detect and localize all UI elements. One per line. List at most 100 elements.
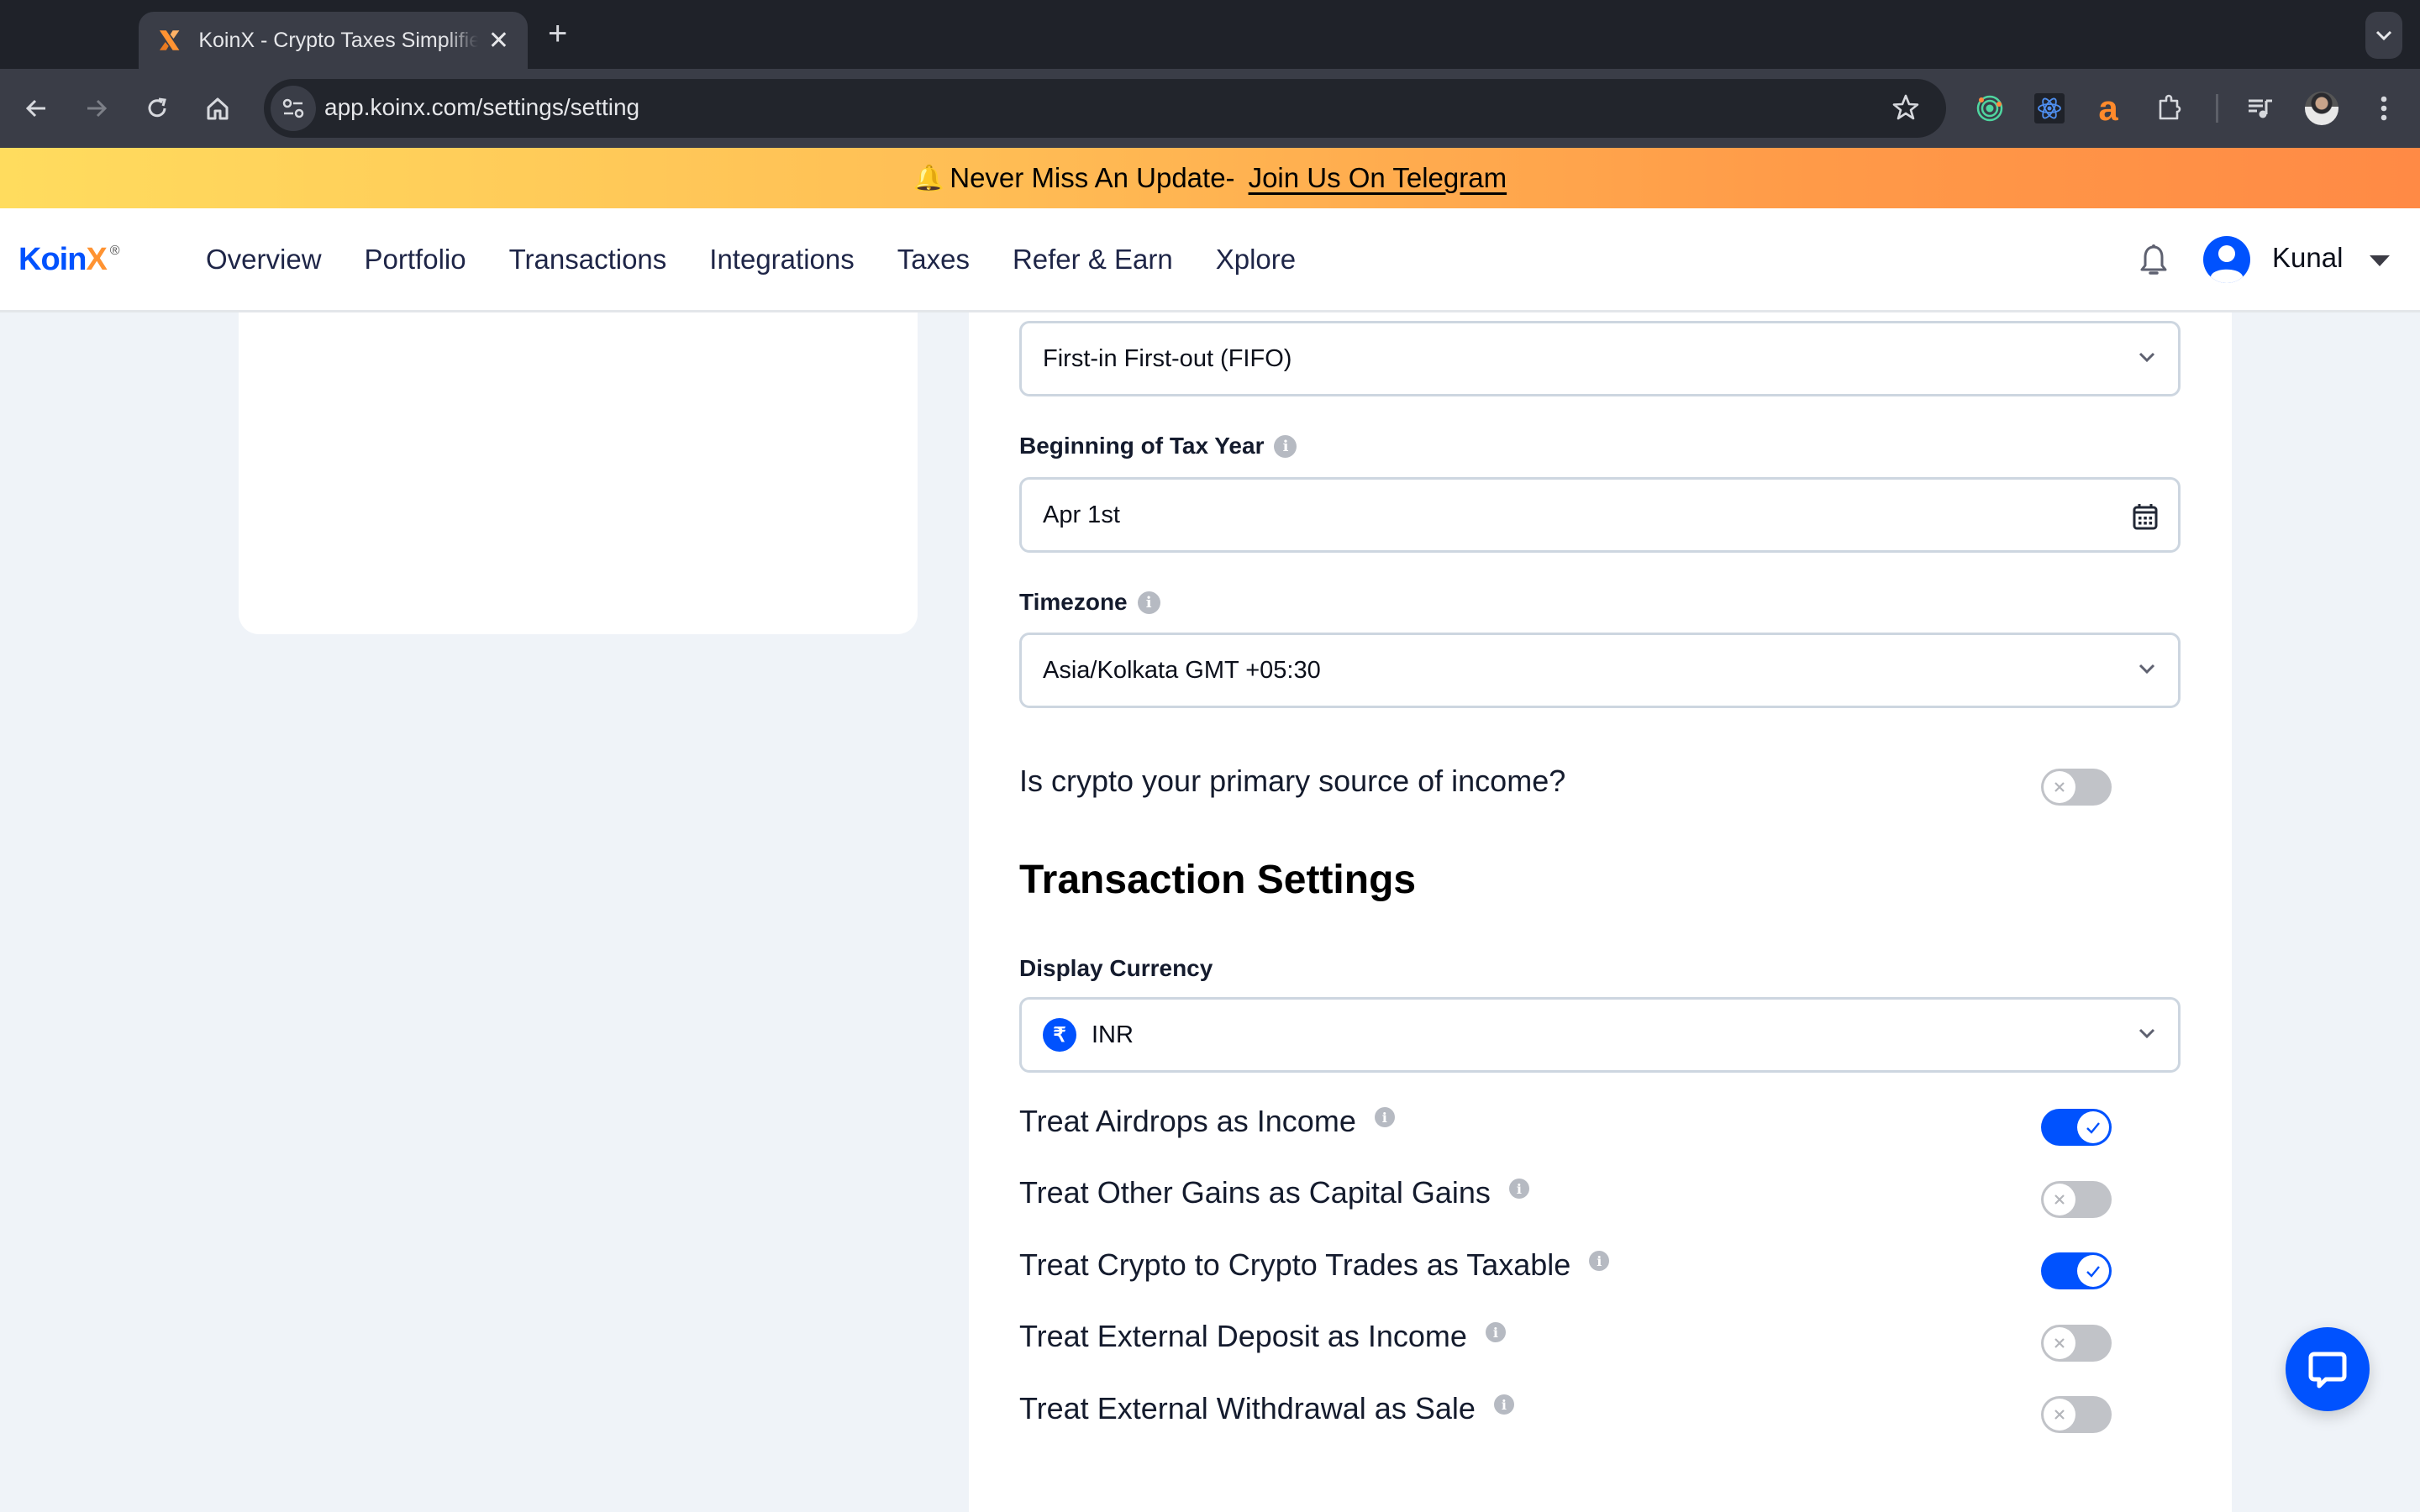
toolbar-separator: [2216, 94, 2218, 123]
reload-button[interactable]: [138, 89, 176, 128]
timezone-label: Timezone i: [1019, 589, 1160, 616]
x-icon: [2054, 1338, 2065, 1348]
info-icon[interactable]: i: [1137, 591, 1160, 614]
nav-xplore[interactable]: Xplore: [1216, 242, 1296, 277]
logo-x: X: [86, 242, 107, 277]
toggle-row-other-gains: Treat Other Gains as Capital Gains i: [1019, 1174, 2181, 1211]
user-avatar[interactable]: [2203, 236, 2250, 283]
airdrops-income-toggle[interactable]: [2041, 1109, 2112, 1146]
browser-tabstrip: KoinX - Crypto Taxes Simplified ✕ +: [0, 0, 2420, 69]
info-icon[interactable]: i: [1508, 1179, 1529, 1199]
bookmark-star-icon[interactable]: [1891, 92, 1921, 123]
toggle-knob: [2044, 1399, 2075, 1431]
telegram-link[interactable]: Join Us On Telegram: [1249, 162, 1507, 194]
nav-portfolio[interactable]: Portfolio: [365, 242, 466, 277]
primary-income-toggle[interactable]: [2041, 769, 2112, 806]
orbit-icon: [1976, 95, 2003, 122]
timezone-label-text: Timezone: [1019, 589, 1128, 615]
back-button[interactable]: [17, 89, 55, 128]
tune-icon: [282, 98, 304, 118]
x-icon: [2054, 1410, 2065, 1420]
site-info-button[interactable]: [271, 86, 316, 131]
toggle-knob: [2077, 1111, 2109, 1143]
orbit-extension-icon[interactable]: [1969, 87, 2011, 129]
reload-icon: [148, 97, 166, 118]
koinx-logo[interactable]: Koin X ®: [18, 242, 120, 278]
profile-avatar-icon: [2305, 92, 2338, 125]
koinx-favicon-icon: [159, 30, 180, 50]
nav-transactions[interactable]: Transactions: [509, 242, 667, 277]
check-icon: [2086, 1122, 2100, 1134]
chevron-down-icon: [2139, 1028, 2155, 1039]
nav-taxes[interactable]: Taxes: [897, 242, 970, 277]
chat-bubble-icon: [2308, 1352, 2347, 1389]
x-icon: [2054, 782, 2065, 792]
new-tab-button[interactable]: +: [548, 15, 567, 52]
browser-menu-button[interactable]: [2363, 87, 2405, 129]
primary-income-row: Is crypto your primary source of income?: [1019, 763, 2181, 800]
tax-year-date-picker[interactable]: Apr 1st: [1019, 477, 2181, 553]
toggle-knob: [2077, 1255, 2109, 1287]
extensions-button[interactable]: [2149, 87, 2191, 129]
toggle-label: Treat Crypto to Crypto Trades as Taxable: [1019, 1247, 1571, 1282]
a-extension-icon[interactable]: a: [2087, 87, 2129, 129]
calendar-icon[interactable]: [2133, 503, 2158, 530]
profile-avatar-button[interactable]: [2301, 87, 2343, 129]
rupee-icon: ₹: [1043, 1018, 1076, 1052]
bell-emoji-icon: 🔔: [913, 164, 945, 192]
toggle-label: Treat External Withdrawal as Sale: [1019, 1391, 1476, 1425]
notification-bell-icon[interactable]: [2139, 244, 2169, 277]
external-deposit-income-toggle[interactable]: [2041, 1325, 2112, 1362]
crypto-trades-taxable-toggle[interactable]: [2041, 1252, 2112, 1289]
transaction-settings-heading: Transaction Settings: [1019, 858, 1417, 902]
forward-button[interactable]: [77, 89, 116, 128]
username[interactable]: Kunal: [2272, 242, 2343, 274]
toggle-row-external-withdrawal: Treat External Withdrawal as Sale i: [1019, 1390, 2181, 1427]
live-chat-button[interactable]: [2286, 1327, 2370, 1411]
external-withdrawal-sale-toggle[interactable]: [2041, 1396, 2112, 1433]
url-text[interactable]: app.koinx.com/settings/setting: [324, 94, 639, 121]
home-button[interactable]: [198, 89, 237, 128]
timezone-select[interactable]: Asia/Kolkata GMT +05:30: [1019, 633, 2181, 708]
chevron-down-icon: [2375, 30, 2392, 41]
settings-card: First-in First-out (FIFO) Beginning of T…: [969, 312, 2232, 1512]
puzzle-icon: [2159, 94, 2181, 120]
toggle-row-airdrops: Treat Airdrops as Income i: [1019, 1103, 2181, 1140]
address-bar[interactable]: app.koinx.com/settings/setting: [264, 79, 1946, 138]
cost-basis-method-select[interactable]: First-in First-out (FIFO): [1019, 321, 2181, 396]
browser-tab-active[interactable]: KoinX - Crypto Taxes Simplified ✕: [139, 12, 528, 69]
timezone-value: Asia/Kolkata GMT +05:30: [1043, 656, 1321, 684]
user-menu-caret-icon[interactable]: [2370, 255, 2390, 266]
info-icon[interactable]: i: [1485, 1322, 1506, 1342]
nav-integrations[interactable]: Integrations: [709, 242, 854, 277]
tab-title: KoinX - Crypto Taxes Simplified: [198, 28, 478, 52]
other-gains-capital-toggle[interactable]: [2041, 1181, 2112, 1218]
info-icon[interactable]: i: [1493, 1394, 1514, 1415]
x-icon: [2054, 1194, 2065, 1205]
nav-refer-earn[interactable]: Refer & Earn: [1013, 242, 1173, 277]
announcement-banner: 🔔 Never Miss An Update- Join Us On Teleg…: [0, 148, 2420, 208]
browser-toolbar: app.koinx.com/settings/setting a: [0, 69, 2420, 148]
arrow-right-icon: [87, 99, 108, 118]
info-icon[interactable]: i: [1589, 1251, 1610, 1271]
more-vertical-icon: [2381, 96, 2387, 121]
logo-text: Koin: [18, 242, 87, 277]
app-navbar: Koin X ® Overview Portfolio Transactions I…: [0, 208, 2420, 312]
check-icon: [2086, 1266, 2100, 1278]
tax-year-label: Beginning of Tax Year i: [1019, 433, 1297, 459]
tab-search-button[interactable]: [2365, 12, 2402, 59]
main-nav: Overview Portfolio Transactions Integrat…: [206, 242, 1339, 277]
media-controls-button[interactable]: [2239, 87, 2281, 129]
toggle-label: Treat Airdrops as Income: [1019, 1104, 1356, 1138]
close-tab-icon[interactable]: ✕: [488, 26, 509, 55]
info-icon[interactable]: i: [1274, 434, 1297, 458]
tax-year-label-text: Beginning of Tax Year: [1019, 433, 1265, 459]
nav-overview[interactable]: Overview: [206, 242, 322, 277]
display-currency-value: INR: [1092, 1021, 1134, 1048]
chevron-down-icon: [2139, 352, 2155, 363]
display-currency-select[interactable]: ₹ INR: [1019, 997, 2181, 1073]
react-devtools-extension-icon[interactable]: [2028, 87, 2070, 129]
info-icon[interactable]: i: [1374, 1107, 1395, 1127]
toggle-row-external-deposit: Treat External Deposit as Income i: [1019, 1318, 2181, 1355]
tax-year-value: Apr 1st: [1043, 501, 1120, 528]
